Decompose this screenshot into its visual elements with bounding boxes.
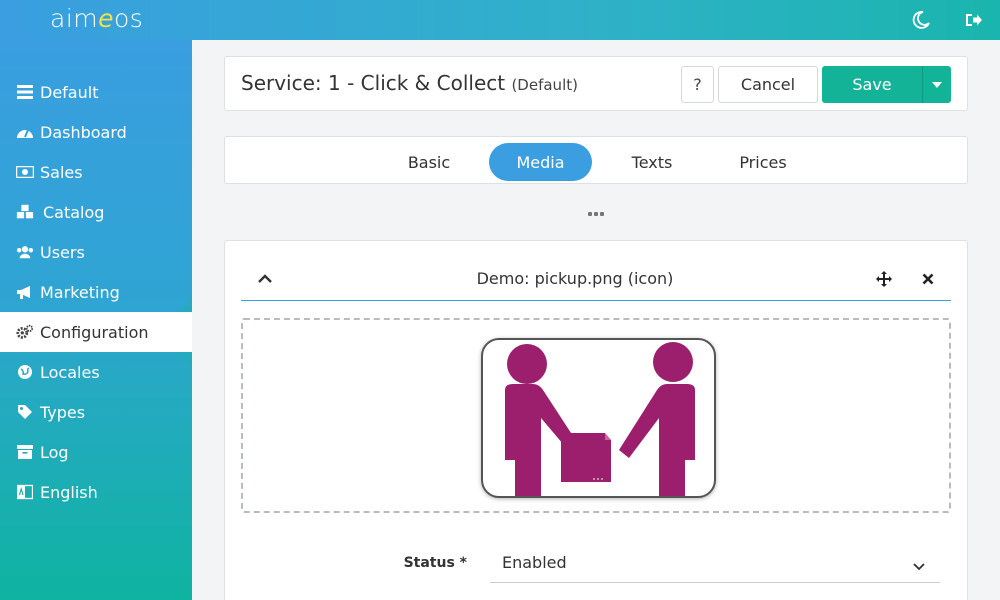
- tag-icon: [16, 403, 34, 421]
- sidebar-item-log[interactable]: Log: [0, 432, 192, 472]
- save-button[interactable]: Save: [822, 66, 922, 103]
- tab-media[interactable]: Media: [489, 143, 592, 181]
- media-dropzone[interactable]: [241, 318, 951, 513]
- status-label: Status *: [403, 555, 467, 571]
- sidebar-item-label: Sales: [40, 162, 83, 182]
- tab-basic[interactable]: Basic: [392, 143, 466, 181]
- sidebar-item-label: Users: [40, 242, 85, 262]
- logout-icon[interactable]: [962, 8, 986, 32]
- move-icon[interactable]: [874, 269, 894, 289]
- sidebar-item-label: Types: [40, 402, 86, 422]
- sidebar-item-label: Catalog: [43, 202, 105, 222]
- gauge-icon: [16, 123, 34, 141]
- aimeos-logo[interactable]: aimeos: [50, 4, 143, 36]
- sidebar-item-dashboard[interactable]: Dashboard: [0, 112, 192, 152]
- sidebar-item-english[interactable]: English: [0, 472, 192, 512]
- media-item-card: Demo: pickup.png (icon) Status * Enabled: [224, 240, 968, 600]
- sidebar-item-label: Log: [40, 442, 69, 462]
- sidebar-item-label: Default: [40, 82, 99, 102]
- language-icon: [16, 483, 34, 501]
- list-icon: [16, 83, 34, 101]
- tab-prices[interactable]: Prices: [725, 143, 801, 181]
- media-preview-image: [481, 338, 716, 498]
- sidebar-item-label: Dashboard: [40, 122, 127, 142]
- cubes-icon: [16, 203, 34, 221]
- megaphone-icon: [16, 283, 34, 301]
- users-icon: [16, 243, 34, 261]
- page-subtitle: (Default): [511, 76, 578, 94]
- close-icon[interactable]: [918, 269, 938, 289]
- sidebar: Default Dashboard Sales Catalog Users Ma…: [0, 40, 192, 600]
- caret-down-icon: [932, 81, 942, 88]
- sidebar-item-label: Configuration: [40, 322, 149, 342]
- cancel-button[interactable]: Cancel: [718, 66, 818, 103]
- sidebar-item-catalog[interactable]: Catalog: [0, 192, 192, 232]
- more-icon[interactable]: [588, 208, 604, 220]
- sidebar-item-label: English: [40, 482, 98, 502]
- sidebar-item-marketing[interactable]: Marketing: [0, 272, 192, 312]
- archive-icon: [16, 443, 34, 461]
- globe-icon: [16, 363, 34, 381]
- tab-texts[interactable]: Texts: [615, 143, 689, 181]
- sidebar-item-default[interactable]: Default: [0, 72, 192, 112]
- media-item-title: Demo: pickup.png (icon): [476, 269, 674, 288]
- top-bar: aimeos: [0, 0, 1000, 40]
- sidebar-item-label: Locales: [40, 362, 100, 382]
- page-title: Service: 1 - Click & Collect (Default): [241, 71, 578, 95]
- help-button[interactable]: ?: [681, 66, 714, 103]
- chevron-down-icon: [912, 557, 928, 573]
- sidebar-item-label: Marketing: [40, 282, 120, 302]
- status-value: Enabled: [502, 553, 567, 572]
- save-options-button[interactable]: [922, 66, 951, 103]
- page-header: Service: 1 - Click & Collect (Default) ?…: [224, 56, 968, 111]
- sidebar-item-configuration[interactable]: Configuration: [0, 312, 192, 352]
- media-item-header: Demo: pickup.png (icon): [241, 257, 951, 301]
- sidebar-item-sales[interactable]: Sales: [0, 152, 192, 192]
- cogs-icon: [16, 323, 34, 341]
- main-content: Service: 1 - Click & Collect (Default) ?…: [192, 40, 1000, 600]
- moon-icon[interactable]: [909, 8, 933, 32]
- status-select[interactable]: Enabled: [490, 547, 940, 583]
- sidebar-item-locales[interactable]: Locales: [0, 352, 192, 392]
- sidebar-item-types[interactable]: Types: [0, 392, 192, 432]
- tab-bar: Basic Media Texts Prices: [224, 136, 968, 184]
- money-icon: [16, 163, 34, 181]
- sidebar-item-users[interactable]: Users: [0, 232, 192, 272]
